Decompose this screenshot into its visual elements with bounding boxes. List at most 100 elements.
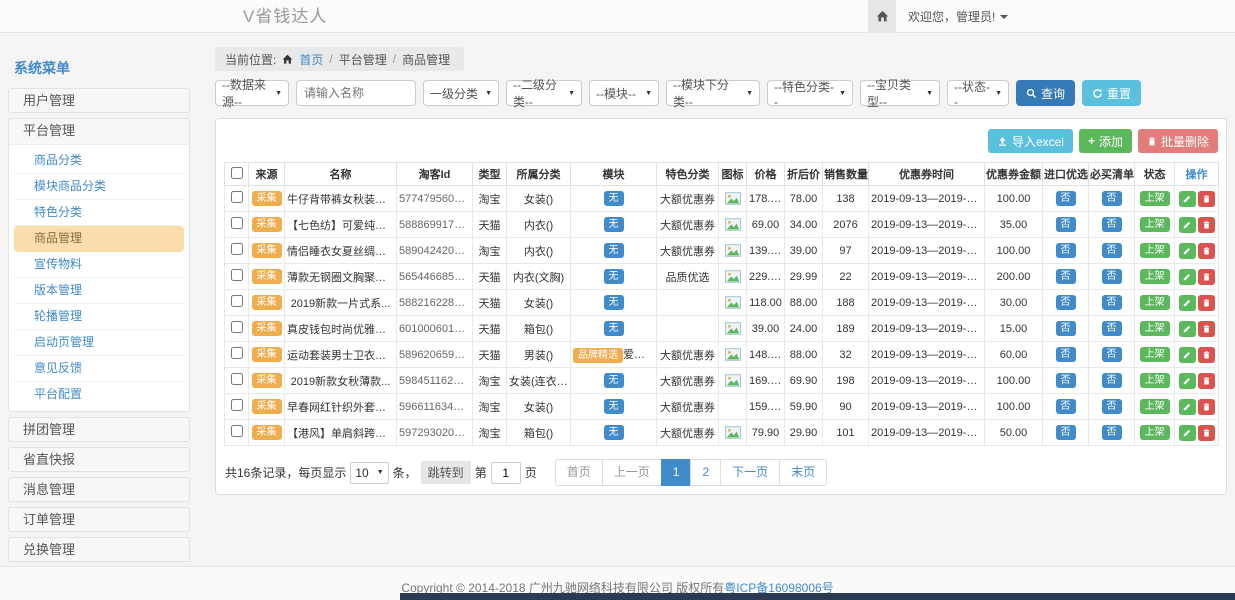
row-checkbox[interactable] — [231, 399, 243, 411]
sidebar-group[interactable]: 订单管理 — [8, 507, 190, 532]
edit-button[interactable] — [1179, 191, 1196, 207]
delete-button[interactable] — [1198, 269, 1215, 285]
page-button-disabled[interactable]: 首页 — [555, 459, 603, 486]
per-page-select[interactable]: 10 ▼ — [350, 462, 388, 484]
sidebar-item[interactable]: 商品分类 — [14, 148, 184, 174]
batch-delete-button[interactable]: 批量删除 — [1138, 129, 1218, 153]
row-checkbox[interactable] — [231, 321, 243, 333]
import-optimal-badge[interactable]: 否 — [1056, 399, 1076, 414]
row-checkbox[interactable] — [231, 425, 243, 437]
edit-button[interactable] — [1179, 347, 1196, 363]
name-search-input[interactable] — [296, 80, 416, 106]
jump-button[interactable]: 跳转到 — [421, 461, 471, 484]
status-badge[interactable]: 上架 — [1140, 347, 1170, 362]
status-badge[interactable]: 上架 — [1140, 425, 1170, 440]
edit-button[interactable] — [1179, 269, 1196, 285]
item-type-select[interactable]: --宝贝类型--▼ — [860, 80, 940, 106]
row-checkbox[interactable] — [231, 347, 243, 359]
edit-button[interactable] — [1179, 373, 1196, 389]
row-checkbox[interactable] — [231, 269, 243, 281]
import-optimal-badge[interactable]: 否 — [1056, 347, 1076, 362]
feature-category-select[interactable]: --特色分类--▼ — [767, 80, 853, 106]
data-source-select[interactable]: --数据来源--▼ — [215, 80, 289, 106]
delete-button[interactable] — [1198, 243, 1215, 259]
import-optimal-badge[interactable]: 否 — [1056, 295, 1076, 310]
sidebar-group[interactable]: 省直快报 — [8, 447, 190, 472]
sidebar-item[interactable]: 宣传物料 — [14, 252, 184, 278]
status-badge[interactable]: 上架 — [1140, 217, 1170, 232]
user-menu[interactable]: 欢迎您，管理员! — [908, 8, 1008, 25]
sidebar-item[interactable]: 启动页管理 — [14, 330, 184, 356]
delete-button[interactable] — [1198, 347, 1215, 363]
must-buy-badge[interactable]: 否 — [1102, 243, 1122, 258]
import-excel-button[interactable]: 导入excel — [988, 129, 1073, 153]
page-number-input[interactable] — [491, 462, 521, 484]
breadcrumb-home-link[interactable]: 首页 — [299, 51, 323, 68]
delete-button[interactable] — [1198, 295, 1215, 311]
page-button-link[interactable]: 末页 — [779, 459, 827, 486]
import-optimal-badge[interactable]: 否 — [1056, 425, 1076, 440]
status-select[interactable]: --状态--▼ — [947, 80, 1009, 106]
import-optimal-badge[interactable]: 否 — [1056, 191, 1076, 206]
sidebar-item-active[interactable]: 商品管理 — [14, 226, 184, 252]
must-buy-badge[interactable]: 否 — [1102, 217, 1122, 232]
edit-button[interactable] — [1179, 321, 1196, 337]
import-optimal-badge[interactable]: 否 — [1056, 321, 1076, 336]
sidebar-item[interactable]: 平台配置 — [14, 382, 184, 408]
must-buy-badge[interactable]: 否 — [1102, 191, 1122, 206]
must-buy-badge[interactable]: 否 — [1102, 399, 1122, 414]
status-badge[interactable]: 上架 — [1140, 295, 1170, 310]
delete-button[interactable] — [1198, 425, 1215, 441]
import-optimal-badge[interactable]: 否 — [1056, 243, 1076, 258]
import-optimal-badge[interactable]: 否 — [1056, 217, 1076, 232]
must-buy-badge[interactable]: 否 — [1102, 295, 1122, 310]
delete-button[interactable] — [1198, 399, 1215, 415]
home-button[interactable] — [868, 0, 896, 33]
must-buy-badge[interactable]: 否 — [1102, 269, 1122, 284]
row-checkbox[interactable] — [231, 295, 243, 307]
sidebar-item[interactable]: 轮播管理 — [14, 304, 184, 330]
sidebar-item[interactable]: 意见反馈 — [14, 356, 184, 382]
delete-button[interactable] — [1198, 321, 1215, 337]
reset-button[interactable]: 重置 — [1082, 80, 1141, 106]
delete-button[interactable] — [1198, 191, 1215, 207]
row-checkbox[interactable] — [231, 217, 243, 229]
page-button-link[interactable]: 2 — [690, 459, 721, 486]
page-button-active[interactable]: 1 — [661, 459, 692, 486]
page-button-disabled[interactable]: 上一页 — [602, 459, 662, 486]
edit-button[interactable] — [1179, 217, 1196, 233]
status-badge[interactable]: 上架 — [1140, 373, 1170, 388]
edit-button[interactable] — [1179, 295, 1196, 311]
sidebar-group[interactable]: 用户管理 — [8, 88, 190, 113]
level2-category-select[interactable]: --二级分类--▼ — [506, 80, 582, 106]
page-button-link[interactable]: 下一页 — [720, 459, 780, 486]
sidebar-item[interactable]: 版本管理 — [14, 278, 184, 304]
edit-button[interactable] — [1179, 243, 1196, 259]
must-buy-badge[interactable]: 否 — [1102, 347, 1122, 362]
sidebar-group[interactable]: 拼团管理 — [8, 417, 190, 442]
delete-button[interactable] — [1198, 373, 1215, 389]
status-badge[interactable]: 上架 — [1140, 399, 1170, 414]
row-checkbox[interactable] — [231, 243, 243, 255]
module-select[interactable]: --模块--▼ — [589, 80, 659, 106]
sidebar-group[interactable]: 消息管理 — [8, 477, 190, 502]
status-badge[interactable]: 上架 — [1140, 191, 1170, 206]
search-button[interactable]: 查询 — [1016, 80, 1075, 106]
status-badge[interactable]: 上架 — [1140, 243, 1170, 258]
sidebar-group[interactable]: 兑换管理 — [8, 537, 190, 562]
sidebar-item[interactable]: 模块商品分类 — [14, 174, 184, 200]
import-optimal-badge[interactable]: 否 — [1056, 373, 1076, 388]
edit-button[interactable] — [1179, 399, 1196, 415]
must-buy-badge[interactable]: 否 — [1102, 321, 1122, 336]
status-badge[interactable]: 上架 — [1140, 269, 1170, 284]
row-checkbox[interactable] — [231, 373, 243, 385]
add-button[interactable]: + 添加 — [1079, 129, 1132, 153]
status-badge[interactable]: 上架 — [1140, 321, 1170, 336]
level1-category-select[interactable]: 一级分类▼ — [423, 80, 499, 106]
import-optimal-badge[interactable]: 否 — [1056, 269, 1076, 284]
delete-button[interactable] — [1198, 217, 1215, 233]
sidebar-item[interactable]: 特色分类 — [14, 200, 184, 226]
select-all-checkbox[interactable] — [231, 167, 243, 179]
edit-button[interactable] — [1179, 425, 1196, 441]
sidebar-group[interactable]: 平台管理 — [8, 118, 190, 144]
